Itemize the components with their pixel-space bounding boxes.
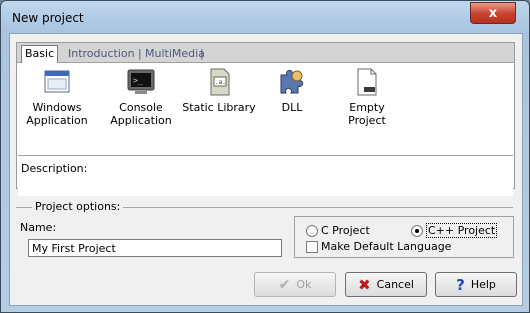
default-language-checkbox[interactable] <box>306 241 318 253</box>
tab-basic[interactable]: Basic <box>21 45 59 63</box>
close-button[interactable]: x <box>470 2 516 24</box>
template-panel: Basic Introduction | MultiMedia | Window… <box>16 42 515 196</box>
cancel-label: Cancel <box>376 278 414 291</box>
help-label: Help <box>470 278 496 291</box>
help-question-icon: ? <box>456 275 465 294</box>
help-button[interactable]: ? Help <box>435 272 517 297</box>
template-label: Windows <box>32 101 82 114</box>
template-static-library[interactable]: .a. Static Library <box>179 67 259 114</box>
project-options-label: Project options: <box>32 200 124 213</box>
template-label: Application <box>110 114 172 127</box>
new-project-dialog: New project x Basic Introduction | Multi… <box>0 0 530 313</box>
default-language-label[interactable]: Make Default Language <box>321 240 451 253</box>
description-label: Description: <box>21 162 88 175</box>
static-library-icon: .a. <box>204 67 234 97</box>
checkmark-icon: ✔ <box>278 276 291 293</box>
title-bar[interactable]: New project x <box>1 1 529 33</box>
tab-introduction[interactable]: Introduction <box>65 46 138 62</box>
svg-text:>_: >_ <box>133 76 143 85</box>
template-empty-project[interactable]: Empty Project <box>329 67 405 127</box>
ok-label: Ok <box>296 278 312 291</box>
cpp-project-label[interactable]: C++ Project <box>426 223 498 238</box>
template-dll[interactable]: DLL <box>257 67 327 114</box>
dll-puzzle-icon <box>277 67 307 97</box>
empty-project-icon <box>352 67 382 97</box>
tab-multimedia[interactable]: MultiMedia <box>142 46 208 62</box>
template-label: Empty Project <box>348 101 386 127</box>
cancel-x-icon: ✖ <box>358 275 371 294</box>
template-console-application[interactable]: >_ Console Application <box>106 67 176 127</box>
c-project-radio[interactable] <box>306 225 318 237</box>
name-label: Name: <box>20 221 57 234</box>
template-label: Static Library <box>182 101 256 114</box>
template-label: DLL <box>281 101 303 114</box>
template-windows-application[interactable]: Windows Application <box>22 67 92 127</box>
console-icon: >_ <box>126 67 156 97</box>
windows-app-icon <box>42 67 72 97</box>
close-icon: x <box>488 5 498 21</box>
template-list: Windows Application >_ Console Applicati… <box>17 67 514 147</box>
language-group: C Project C++ Project Make Default Langu… <box>294 216 514 258</box>
template-label: Console <box>119 101 163 114</box>
tab-strip: Basic Introduction | MultiMedia | <box>17 43 514 63</box>
description-area: Description: <box>18 155 513 196</box>
project-name-input[interactable] <box>28 239 282 257</box>
tab-separator: | <box>200 47 204 60</box>
dialog-client: Basic Introduction | MultiMedia | Window… <box>9 33 523 306</box>
cpp-project-radio[interactable] <box>411 225 423 237</box>
ok-button[interactable]: ✔ Ok <box>254 272 336 297</box>
cancel-button[interactable]: ✖ Cancel <box>345 272 427 297</box>
svg-text:.a.: .a. <box>215 79 226 86</box>
window-title: New project <box>12 11 84 25</box>
c-project-label[interactable]: C Project <box>321 224 370 237</box>
template-label: Application <box>26 114 88 127</box>
